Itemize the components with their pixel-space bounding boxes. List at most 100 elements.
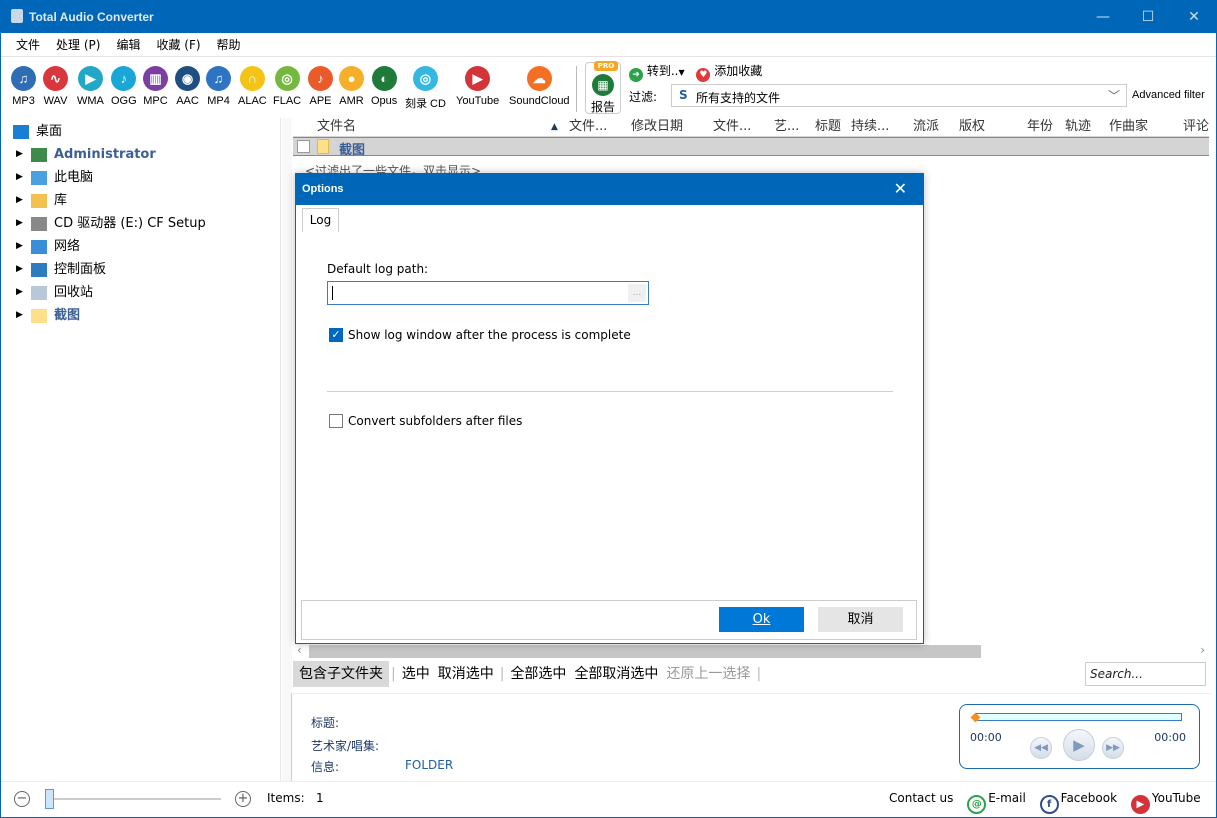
browse-button[interactable]: ... [628, 284, 646, 302]
expand-arrow-icon[interactable]: ▶ [16, 281, 23, 304]
show-log-checkbox[interactable]: ✓ [329, 328, 343, 342]
format-button-youtube[interactable]: ▶ YouTube [456, 66, 499, 107]
expand-arrow-icon[interactable]: ▶ [16, 166, 23, 189]
scroll-left-icon[interactable]: ‹ [297, 643, 302, 657]
scroll-thumb[interactable] [309, 645, 981, 658]
column-header[interactable]: 轨迹 [1065, 118, 1091, 136]
column-header[interactable]: 年份 [1027, 118, 1053, 136]
tree-item[interactable]: ▶ Administrator [1, 143, 281, 166]
format-button-alac[interactable]: ∩ ALAC [238, 66, 267, 107]
convert-subfolders-label[interactable]: Convert subfolders after files [348, 414, 522, 428]
column-header[interactable]: 流派 [913, 118, 939, 136]
youtube-link[interactable]: YouTube [1152, 791, 1201, 805]
column-header[interactable]: 版权 [959, 118, 985, 136]
convert-subfolders-checkbox[interactable] [329, 414, 343, 428]
dialog-close-icon[interactable]: ✕ [894, 179, 907, 198]
email-icon[interactable]: @ [967, 795, 987, 814]
include-subfolders-button[interactable]: 包含子文件夹 [293, 661, 389, 687]
filter-select[interactable]: S 所有支持的文件 ﹀ [671, 84, 1127, 107]
maximize-button[interactable]: ☐ [1125, 1, 1171, 33]
column-header[interactable]: 修改日期 [631, 118, 683, 136]
format-button-opus[interactable]: ◐ Opus [371, 66, 397, 107]
select-all-button[interactable]: 全部选中 [506, 661, 570, 687]
email-link[interactable]: E-mail [988, 791, 1026, 805]
report-button[interactable]: PRO ▦ 报告 [585, 61, 621, 114]
select-button[interactable]: 选中 [398, 661, 434, 687]
menu-file[interactable]: 文件 [8, 33, 48, 57]
advanced-filter-link[interactable]: Advanced filter [1132, 89, 1205, 101]
tab-log[interactable]: Log [302, 208, 339, 232]
column-header[interactable]: 评论 [1183, 118, 1209, 136]
add-favorite-button[interactable]: 添加收藏 [714, 64, 762, 78]
expand-arrow-icon[interactable]: ▶ [16, 143, 23, 166]
facebook-icon[interactable]: f [1039, 795, 1059, 814]
expand-arrow-icon[interactable]: ▶ [16, 235, 23, 258]
deselect-all-button[interactable]: 全部取消选中 [570, 661, 662, 687]
zoom-slider-thumb[interactable] [45, 789, 54, 809]
tree-item[interactable]: ▶ CD 驱动器 (E:) CF Setup [1, 212, 281, 235]
minimize-button[interactable]: — [1080, 1, 1126, 33]
close-button[interactable]: ✕ [1171, 1, 1217, 33]
format-button-mpc[interactable]: ▥ MPC [143, 66, 168, 107]
expand-arrow-icon[interactable]: ▶ [16, 212, 23, 235]
expand-arrow-icon[interactable]: ▶ [16, 304, 23, 327]
dropdown-icon[interactable]: ▼ [678, 68, 684, 77]
tree-item[interactable]: ▶ 截图 [1, 304, 281, 327]
format-button-ogg[interactable]: ♪ OGG [111, 66, 137, 107]
table-row[interactable]: 截图 [293, 137, 1209, 158]
column-header[interactable]: 持续... [851, 118, 889, 136]
zoom-in-icon[interactable]: + [235, 791, 251, 807]
zoom-slider-track[interactable] [46, 798, 221, 800]
row-checkbox[interactable] [297, 140, 310, 153]
menu-favorites[interactable]: 收藏 (F) [148, 33, 208, 57]
menu-edit[interactable]: 编辑 [108, 33, 148, 57]
format-button-wma[interactable]: ▶ WMA [77, 66, 104, 107]
format-button-soundcloud[interactable]: ☁ SoundCloud [509, 66, 570, 107]
column-header[interactable]: 文件... [569, 118, 607, 136]
cancel-button[interactable]: 取消 [818, 607, 903, 632]
deselect-button[interactable]: 取消选中 [434, 661, 498, 687]
format-button-amr[interactable]: ● AMR [339, 66, 364, 107]
scroll-right-icon[interactable]: › [1200, 643, 1205, 657]
format-button-ape[interactable]: ♪ APE [308, 66, 333, 107]
expand-arrow-icon[interactable]: ▶ [16, 189, 23, 212]
column-header[interactable]: 文件... [713, 118, 751, 136]
column-header[interactable]: 文件名 [317, 118, 356, 136]
search-input[interactable]: Search... [1085, 662, 1206, 686]
expand-arrow-icon[interactable]: ▶ [16, 258, 23, 281]
panel-splitter[interactable] [282, 118, 292, 781]
tree-item[interactable]: ▶ 库 [1, 189, 281, 212]
tree-item[interactable]: ▶ 此电脑 [1, 166, 281, 189]
ok-button[interactable]: Ok [719, 607, 804, 632]
format-label: YouTube [456, 95, 500, 107]
goto-button[interactable]: 转到.. [647, 64, 679, 78]
menu-process[interactable]: 处理 (P) [48, 33, 108, 57]
format-button-wav[interactable]: ∿ WAV [43, 66, 68, 107]
forward-button[interactable]: ▶▶ [1102, 737, 1124, 759]
format-button-aac[interactable]: ◉ AAC [175, 66, 200, 107]
column-header[interactable]: 艺... [774, 118, 799, 136]
horizontal-scrollbar[interactable]: ‹ › [293, 643, 1209, 660]
title-bar: Total Audio Converter — ☐ ✕ [1, 1, 1216, 33]
column-header[interactable]: 标题 [815, 118, 841, 136]
rewind-button[interactable]: ◀◀ [1030, 737, 1052, 759]
seek-bar[interactable] [975, 713, 1182, 721]
log-path-input[interactable]: ... [327, 281, 649, 305]
facebook-link[interactable]: Facebook [1061, 791, 1117, 805]
play-button[interactable]: ▶ [1063, 729, 1095, 761]
show-log-label[interactable]: Show log window after the process is com… [348, 328, 631, 342]
menu-help[interactable]: 帮助 [209, 33, 249, 57]
column-header[interactable]: 作曲家 [1109, 118, 1148, 136]
tree-item[interactable]: ▶ 回收站 [1, 281, 281, 304]
tree-item[interactable]: ▶ 网络 [1, 235, 281, 258]
zoom-out-icon[interactable]: − [14, 791, 30, 807]
youtube-icon[interactable]: ▶ [1130, 795, 1150, 814]
format-button-刻录-cd[interactable]: ◎ 刻录 CD [405, 66, 446, 111]
format-button-flac[interactable]: ◎ FLAC [273, 66, 301, 107]
format-button-mp4[interactable]: ♫ MP4 [206, 66, 231, 107]
format-label: WAV [43, 95, 68, 107]
tree-item[interactable]: ▶ 控制面板 [1, 258, 281, 281]
restore-selection-button[interactable]: 还原上一选择 [662, 661, 754, 687]
tree-item[interactable]: 桌面 [1, 120, 281, 143]
format-button-mp3[interactable]: ♫ MP3 [11, 66, 36, 107]
